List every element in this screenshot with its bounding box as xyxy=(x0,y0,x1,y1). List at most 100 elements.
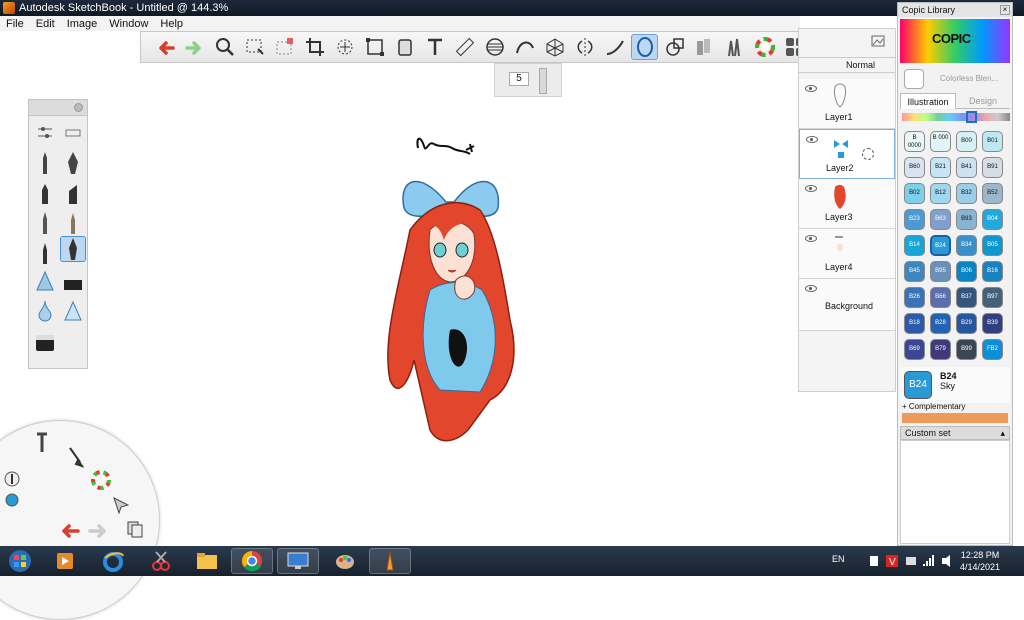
layer-item[interactable]: Layer3 xyxy=(799,179,895,229)
paintbrush-icon[interactable] xyxy=(32,210,58,236)
layer-move-icon[interactable] xyxy=(862,148,874,160)
text-icon[interactable] xyxy=(421,34,448,60)
copic-swatch[interactable]: B39 xyxy=(982,313,1003,334)
current-color-icon[interactable] xyxy=(5,493,19,510)
soft-brush-icon[interactable] xyxy=(32,268,58,294)
copic-swatch[interactable]: B28 xyxy=(930,313,951,334)
chisel-marker-icon[interactable] xyxy=(60,180,86,206)
media-player-icon[interactable] xyxy=(44,548,86,574)
perspective-icon[interactable] xyxy=(541,34,568,60)
custom-set-header[interactable]: Custom set ▴ xyxy=(900,426,1010,440)
copic-swatch[interactable]: B01 xyxy=(982,131,1003,152)
close-icon[interactable]: × xyxy=(1000,5,1010,15)
copic-swatch[interactable]: B52 xyxy=(982,183,1003,204)
copic-swatch[interactable]: B00 xyxy=(956,131,977,152)
copic-swatch[interactable]: B79 xyxy=(930,339,951,360)
language-indicator[interactable]: EN xyxy=(832,554,845,564)
canvas-artwork[interactable] xyxy=(370,130,550,450)
copic-swatch[interactable]: B37 xyxy=(956,287,977,308)
layer-item-selected[interactable]: Layer2 xyxy=(799,129,895,179)
select-arrow-icon[interactable] xyxy=(112,496,130,517)
brush-size-value[interactable]: 5 xyxy=(509,72,529,86)
zoom-icon[interactable] xyxy=(211,34,238,60)
brush-properties-icon[interactable] xyxy=(32,120,58,146)
complementary-strip[interactable] xyxy=(902,413,1008,423)
distort-icon[interactable] xyxy=(361,34,388,60)
select-icon[interactable] xyxy=(241,34,268,60)
system-clock[interactable]: 12:28 PM 4/14/2021 xyxy=(960,549,1000,573)
color-wheel-icon[interactable] xyxy=(91,470,111,493)
visibility-eye-icon[interactable] xyxy=(805,85,817,92)
redo-icon[interactable] xyxy=(181,34,208,60)
brush-library-icon[interactable] xyxy=(60,120,86,146)
copic-swatch[interactable]: B60 xyxy=(904,157,925,178)
visibility-eye-icon[interactable] xyxy=(806,136,818,143)
copic-swatch[interactable]: B 000 xyxy=(930,131,951,152)
color-family-strip[interactable] xyxy=(902,113,1010,121)
hard-eraser-icon[interactable] xyxy=(32,330,58,356)
copic-swatch[interactable]: B29 xyxy=(956,313,977,334)
paint-icon[interactable] xyxy=(324,548,366,574)
copic-swatch[interactable]: B24 xyxy=(930,235,951,256)
tab-illustration[interactable]: Illustration xyxy=(900,93,956,109)
curve-icon[interactable] xyxy=(511,34,538,60)
inking-pen-icon[interactable] xyxy=(60,150,86,176)
image-icon[interactable] xyxy=(871,35,885,50)
copic-swatch[interactable]: B32 xyxy=(956,183,977,204)
blend-brush-icon[interactable] xyxy=(60,298,86,324)
crop-icon[interactable] xyxy=(301,34,328,60)
copic-swatch[interactable]: B16 xyxy=(982,261,1003,282)
pencil-brush-icon[interactable] xyxy=(32,150,58,176)
eraser-icon[interactable] xyxy=(60,268,86,294)
collapse-icon[interactable]: ▴ xyxy=(1000,427,1005,439)
close-icon[interactable] xyxy=(74,103,83,112)
copic-swatch[interactable]: B97 xyxy=(982,287,1003,308)
brush-preview-icon[interactable] xyxy=(4,471,20,490)
color-family-selector[interactable] xyxy=(966,111,977,123)
copic-swatch[interactable]: FB2 xyxy=(982,339,1003,360)
visibility-eye-icon[interactable] xyxy=(805,285,817,292)
menu-file[interactable]: File xyxy=(0,18,30,30)
brush-set-icon[interactable] xyxy=(721,34,748,60)
copic-swatch[interactable]: B95 xyxy=(930,261,951,282)
copic-swatch[interactable]: B34 xyxy=(956,235,977,256)
crop-select-icon[interactable] xyxy=(271,34,298,60)
lagoon-undo-icon[interactable] xyxy=(58,522,82,543)
sketchbook-icon[interactable] xyxy=(369,548,411,574)
colorless-blender-swatch[interactable] xyxy=(904,69,924,89)
chrome-icon[interactable] xyxy=(231,548,273,574)
brush-icon[interactable] xyxy=(66,446,85,471)
ballpoint-pen-icon[interactable] xyxy=(32,240,58,266)
copic-swatch[interactable]: B66 xyxy=(930,287,951,308)
tab-design[interactable]: Design xyxy=(956,93,1010,109)
marker-brush-icon[interactable] xyxy=(32,180,58,206)
custom-set-area[interactable] xyxy=(900,440,1010,544)
visibility-eye-icon[interactable] xyxy=(805,185,817,192)
copic-swatch[interactable]: B41 xyxy=(956,157,977,178)
menu-window[interactable]: Window xyxy=(103,18,154,30)
symmetry-icon[interactable] xyxy=(571,34,598,60)
copic-swatch[interactable]: B63 xyxy=(930,209,951,230)
layer-item-background[interactable]: Background xyxy=(799,279,895,331)
stroke-icon[interactable] xyxy=(601,34,628,60)
copic-swatch[interactable]: B12 xyxy=(930,183,951,204)
visibility-eye-icon[interactable] xyxy=(805,235,817,242)
copic-swatch[interactable]: B 0000 xyxy=(904,131,925,152)
internet-explorer-icon[interactable] xyxy=(92,548,134,574)
water-drop-icon[interactable] xyxy=(32,298,58,324)
ruler-icon[interactable] xyxy=(451,34,478,60)
copy-icon[interactable] xyxy=(126,520,144,541)
lasso-icon[interactable] xyxy=(331,34,358,60)
ellipse-guide-icon[interactable] xyxy=(481,34,508,60)
copic-swatch[interactable]: B69 xyxy=(904,339,925,360)
copic-swatch[interactable]: B99 xyxy=(956,339,977,360)
copic-swatch[interactable]: B26 xyxy=(904,287,925,308)
color-wheel-icon[interactable] xyxy=(751,34,778,60)
copic-swatch[interactable]: B05 xyxy=(982,235,1003,256)
tools-icon[interactable] xyxy=(33,432,51,457)
copic-swatch[interactable]: B18 xyxy=(904,313,925,334)
menu-edit[interactable]: Edit xyxy=(30,18,61,30)
undo-icon[interactable] xyxy=(151,34,178,60)
menu-image[interactable]: Image xyxy=(61,18,104,30)
start-button[interactable] xyxy=(2,548,38,574)
